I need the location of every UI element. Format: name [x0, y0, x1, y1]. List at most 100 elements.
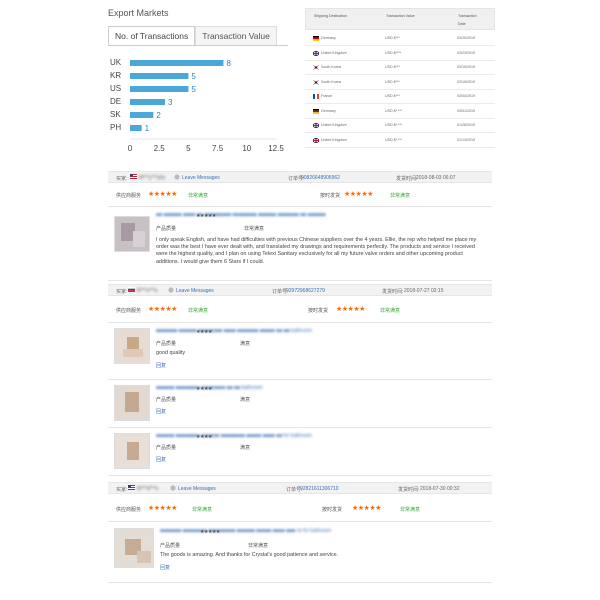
supplier-verdict: 非常满意 [192, 507, 213, 513]
product-thumbnail[interactable] [114, 328, 150, 364]
delivery-stars: ★★★★★ [344, 191, 373, 198]
destination-cell: France [321, 94, 333, 98]
reply-link[interactable]: 回复 [156, 408, 166, 415]
bar [130, 86, 189, 92]
leave-messages-link[interactable]: Leave Messages [182, 175, 220, 181]
transactions-table: Shipping Destination Transaction Value T… [305, 8, 495, 148]
review-2-3: ■■■■■■ ■■■■■■■■ ■■■■■■ ■■■■■■■■ ■■■■■ ■■… [108, 431, 492, 473]
x-tick-label: 7.5 [212, 144, 224, 153]
france-flag-icon [313, 94, 319, 99]
category-label: SK [110, 110, 121, 119]
reply-link[interactable]: 回复 [160, 564, 170, 571]
transaction-row: Germany USD $*** 03/20/2019 [305, 32, 495, 46]
delivery-label: 按时发货 [320, 193, 341, 199]
order-number[interactable]: 92972968627279 [286, 288, 325, 294]
value-cell: USD $*** [385, 65, 400, 69]
export-markets-card: Export Markets No. of Transactions Trans… [108, 8, 288, 158]
quality-verdict: 非常满意 [248, 543, 269, 549]
bar [130, 99, 166, 105]
ship-label: 发货时间: [382, 289, 404, 295]
quality-stars: ★★★★★ [196, 329, 216, 335]
buyer-name: M***d***e [137, 486, 159, 492]
ship-time: 2018-07-27 02:15 [404, 288, 444, 294]
supplier-verdict: 非常满意 [188, 308, 209, 314]
bar [130, 125, 142, 131]
buyer-label: 买家: [116, 487, 128, 493]
date-cell: 03/20/2019 [457, 36, 475, 40]
reply-link[interactable]: 回复 [156, 362, 166, 369]
divider [108, 475, 492, 476]
product-thumbnail[interactable] [114, 433, 150, 469]
review-2-2: ■■■■■■ ■■■■■■■■ ■■■■■■■■ ■■ ■■ bathroom … [108, 383, 492, 425]
bar [130, 60, 224, 66]
product-title-link[interactable]: ■■■■■■ ■■■■■■■■ ■■■■■■ ■■■■■■■■ ■■■■■ ■■… [156, 433, 312, 439]
quality-label: 产品质量 [156, 445, 177, 451]
transaction-row: France USD $*** 03/04/2019 [305, 90, 495, 104]
leave-messages-link[interactable]: Leave Messages [176, 288, 214, 294]
order-number[interactable]: 90826648906962 [301, 175, 340, 181]
product-thumbnail[interactable] [114, 216, 150, 252]
header-transaction-date: Transaction [458, 14, 477, 18]
delivery-label: 按时发货 [322, 507, 343, 513]
supplier-service-label: 供应商服务 [116, 507, 142, 513]
product-thumbnail[interactable] [114, 528, 154, 568]
quality-verdict: 满意 [240, 445, 251, 451]
ship-time: 2018-08-03 06:07 [416, 175, 456, 181]
product-title-link[interactable]: ■■ ■■■■■■ ■■■■ ■■ ■■■■■■■■■ ■■■■■■■■ ■■■… [156, 212, 326, 218]
quality-stars: ★★★★★ [196, 434, 216, 440]
quality-verdict: 非常满意 [244, 226, 265, 232]
category-label: KR [110, 71, 121, 80]
data-label: 8 [226, 59, 231, 68]
category-label: US [110, 84, 121, 93]
delivery-label: 按时发货 [308, 308, 329, 314]
category-label: PH [110, 123, 121, 132]
review-text: The goods is amazing. And thanks for Cry… [160, 552, 339, 558]
supplier-stars: ★★★★★ [148, 306, 177, 313]
x-tick-label: 2.5 [154, 144, 166, 153]
ship-label: 发货时间: [398, 487, 420, 493]
supplier-service-label: 供应商服务 [116, 308, 142, 314]
order-bar-1: 买家: M***y***ylor Leave Messages 订单号: 908… [108, 171, 492, 183]
order-bar-3: 买家: M***d***e Leave Messages 订单号: 928216… [108, 482, 492, 494]
buyer-label: 买家: [116, 289, 128, 295]
quality-label: 产品质量 [156, 397, 177, 403]
review-text: good quality [156, 350, 186, 356]
order-number[interactable]: 92821611306710 [300, 486, 339, 492]
export-markets-title: Export Markets [108, 8, 169, 18]
tab-no-of-transactions[interactable]: No. of Transactions [108, 26, 196, 45]
review-3-1: ■■■■■■■ ■■■■■■■■ ■■■■■■■■■ ■■■■■■ ■■■■■ … [108, 526, 492, 580]
service-ratings-1: 供应商服务 ★★★★★ 非常满意 按时发货 ★★★★★ 非常满意 [108, 187, 492, 203]
data-label: 1 [145, 124, 150, 133]
review-text: I only speak English, and have had diffi… [156, 237, 477, 265]
south-korea-flag-icon [313, 65, 319, 70]
divider [108, 427, 492, 428]
product-title-link[interactable]: ■■■■■■■ ■■■■■■■■ ■■■■■■■■■ ■■■■■■ ■■■■■ … [160, 528, 331, 534]
review-2-1: ■■■■■■■ ■■■■■■ ■■■■■■■■ ■■■■ ■■■■■■■ ■■■… [108, 326, 492, 378]
product-title-link[interactable]: ■■■■■■■ ■■■■■■ ■■■■■■■■ ■■■■ ■■■■■■■ ■■■… [156, 328, 312, 334]
reply-link[interactable]: 回复 [156, 456, 166, 463]
buyer-name: M***y***ylor [139, 175, 166, 181]
service-ratings-2: 供应商服务 ★★★★★ 非常满意 按时发货 ★★★★★ 非常满意 [108, 302, 492, 318]
ship-time: 2018-07-30 00:32 [420, 486, 460, 492]
delivery-stars: ★★★★★ [352, 505, 381, 512]
transaction-row: United Kingdom USD $*,*** 01/28/2019 [305, 119, 495, 133]
leave-messages-link[interactable]: Leave Messages [178, 486, 216, 492]
quality-stars: ★★★★★ [200, 529, 220, 535]
tab-transaction-value[interactable]: Transaction Value [195, 26, 277, 45]
x-tick-label: 12.5 [268, 144, 284, 153]
value-cell: USD $*,*** [385, 137, 403, 142]
destination-cell: United Kingdom [321, 137, 347, 142]
order-bar-2: 买家: R***s***e Leave Messages 订单号: 929729… [108, 284, 492, 296]
destination-cell: South Korea [321, 79, 341, 84]
date-cell: 01/14/2019 [457, 137, 475, 142]
date-cell: 03/19/2019 [457, 65, 475, 69]
date-cell: 01/28/2019 [457, 123, 475, 127]
value-cell: USD $*** [385, 36, 400, 40]
transaction-row: United Kingdom USD $**** 03/23/2019 [305, 47, 495, 61]
product-thumbnail[interactable] [114, 385, 150, 421]
delivery-verdict: 非常满意 [380, 308, 401, 314]
data-label: 5 [191, 85, 196, 94]
transaction-row: United Kingdom USD $*,*** 01/14/2019 [305, 134, 495, 148]
value-cell: USD $*** [385, 94, 400, 98]
destination-cell: United Kingdom [321, 123, 347, 127]
